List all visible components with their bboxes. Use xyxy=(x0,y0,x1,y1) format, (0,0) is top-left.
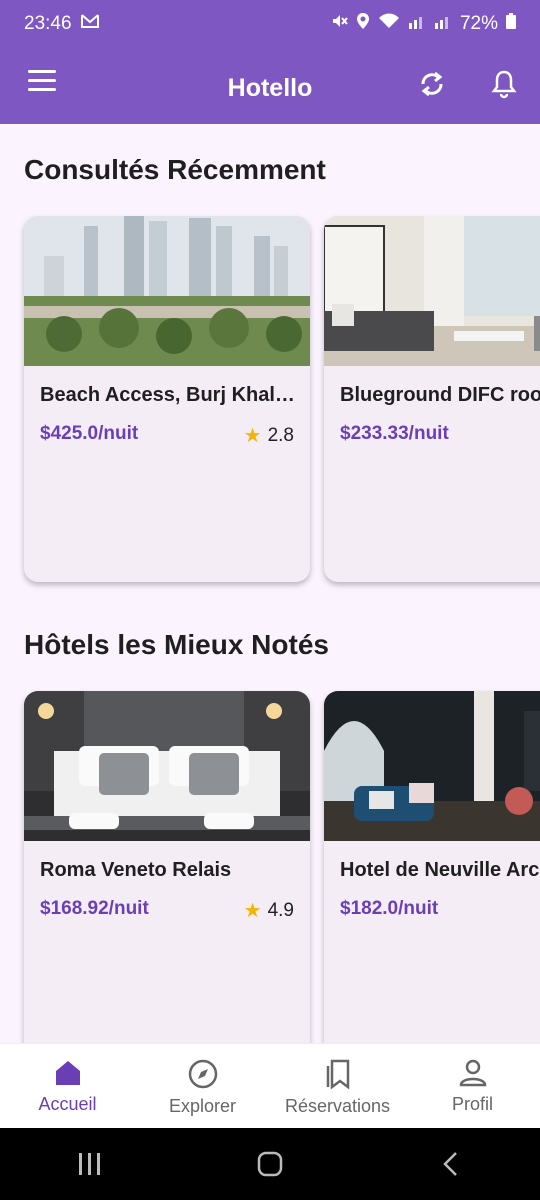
city-skyline-image xyxy=(24,216,310,366)
app-bar: Hotello xyxy=(0,48,540,124)
nav-item-accueil[interactable]: Accueil xyxy=(0,1044,135,1128)
section-title-recent: Consultés Récemment xyxy=(24,154,326,185)
rating-value: 4.9 xyxy=(267,899,294,921)
top-rated-hotels-carousel[interactable]: Roma Veneto Relais $168.92/nuit ★ 4.9 Ho… xyxy=(24,691,540,1043)
system-navigation-bar xyxy=(0,1128,540,1200)
location-icon xyxy=(356,12,370,36)
hotel-name: Roma Veneto Relais xyxy=(40,859,232,881)
hotel-bedroom-image xyxy=(24,691,310,841)
star-icon: ★ xyxy=(243,900,262,922)
hotel-card[interactable]: Beach Access, Burj Khal… $425.0/nuit ★ 2… xyxy=(24,216,310,582)
bottom-navigation: Accueil Explorer Réservations Profil xyxy=(0,1043,540,1128)
signal-icon-2 xyxy=(434,13,452,35)
hotel-name: Blueground DIFC roo xyxy=(340,384,540,406)
hotel-name: Hotel de Neuville Arc xyxy=(340,859,540,881)
home-icon xyxy=(55,1061,80,1085)
home-button[interactable] xyxy=(240,1144,300,1184)
nav-item-reservations[interactable]: Réservations xyxy=(270,1044,405,1128)
battery-icon xyxy=(506,13,516,35)
menu-icon xyxy=(28,70,56,73)
hotel-rating: ★ 4.9 xyxy=(244,898,294,923)
status-bar: 23:46 72% xyxy=(0,0,540,48)
notifications-button[interactable] xyxy=(486,66,522,102)
nav-label: Profil xyxy=(451,1094,493,1114)
hotel-card[interactable]: Hotel de Neuville Arc $182.0/nuit xyxy=(324,691,540,1043)
hotel-card[interactable]: Roma Veneto Relais $168.92/nuit ★ 4.9 xyxy=(24,691,310,1043)
back-button[interactable] xyxy=(420,1144,480,1184)
recent-apps-button[interactable] xyxy=(60,1144,120,1184)
hotel-price: $425.0/nuit xyxy=(40,423,139,444)
battery-text: 72% xyxy=(459,13,498,34)
bell-icon xyxy=(491,70,517,99)
nav-label: Accueil xyxy=(38,1094,97,1114)
gmail-icon xyxy=(80,13,100,35)
home-circle-icon xyxy=(257,1151,283,1177)
back-icon xyxy=(443,1152,457,1176)
status-time: 23:46 xyxy=(24,13,72,34)
bookmarks-icon xyxy=(326,1059,349,1090)
compass-icon xyxy=(188,1059,217,1089)
nav-label: Réservations xyxy=(284,1096,391,1116)
hotel-price: $182.0/nuit xyxy=(340,898,439,919)
section-title-top-rated: Hôtels les Mieux Notés xyxy=(24,629,329,660)
nav-item-profil[interactable]: Profil xyxy=(405,1044,540,1128)
hotel-lounge-image xyxy=(324,691,540,841)
nav-label: Explorer xyxy=(168,1096,237,1116)
refresh-button[interactable] xyxy=(414,66,450,102)
recent-apps-icon xyxy=(79,1153,100,1175)
recent-hotels-carousel[interactable]: Beach Access, Burj Khal… $425.0/nuit ★ 2… xyxy=(24,216,540,582)
hotel-rating: ★ 2.8 xyxy=(244,423,294,448)
person-icon xyxy=(459,1059,486,1087)
main-content: Consultés Récemment Beach Access, Burj K… xyxy=(0,124,540,1043)
living-room-image xyxy=(324,216,540,366)
refresh-icon xyxy=(421,71,443,97)
hotel-price: $233.33/nuit xyxy=(340,423,449,444)
app-title: Hotello xyxy=(227,74,313,102)
nav-item-explorer[interactable]: Explorer xyxy=(135,1044,270,1128)
mute-icon xyxy=(330,12,348,36)
hotel-name: Beach Access, Burj Khal… xyxy=(40,384,295,406)
hotel-price: $168.92/nuit xyxy=(40,898,149,919)
star-icon: ★ xyxy=(243,425,262,447)
wifi-icon xyxy=(378,13,400,35)
rating-value: 2.8 xyxy=(267,424,294,446)
hotel-card[interactable]: Blueground DIFC roo $233.33/nuit xyxy=(324,216,540,582)
signal-icon xyxy=(408,13,426,35)
